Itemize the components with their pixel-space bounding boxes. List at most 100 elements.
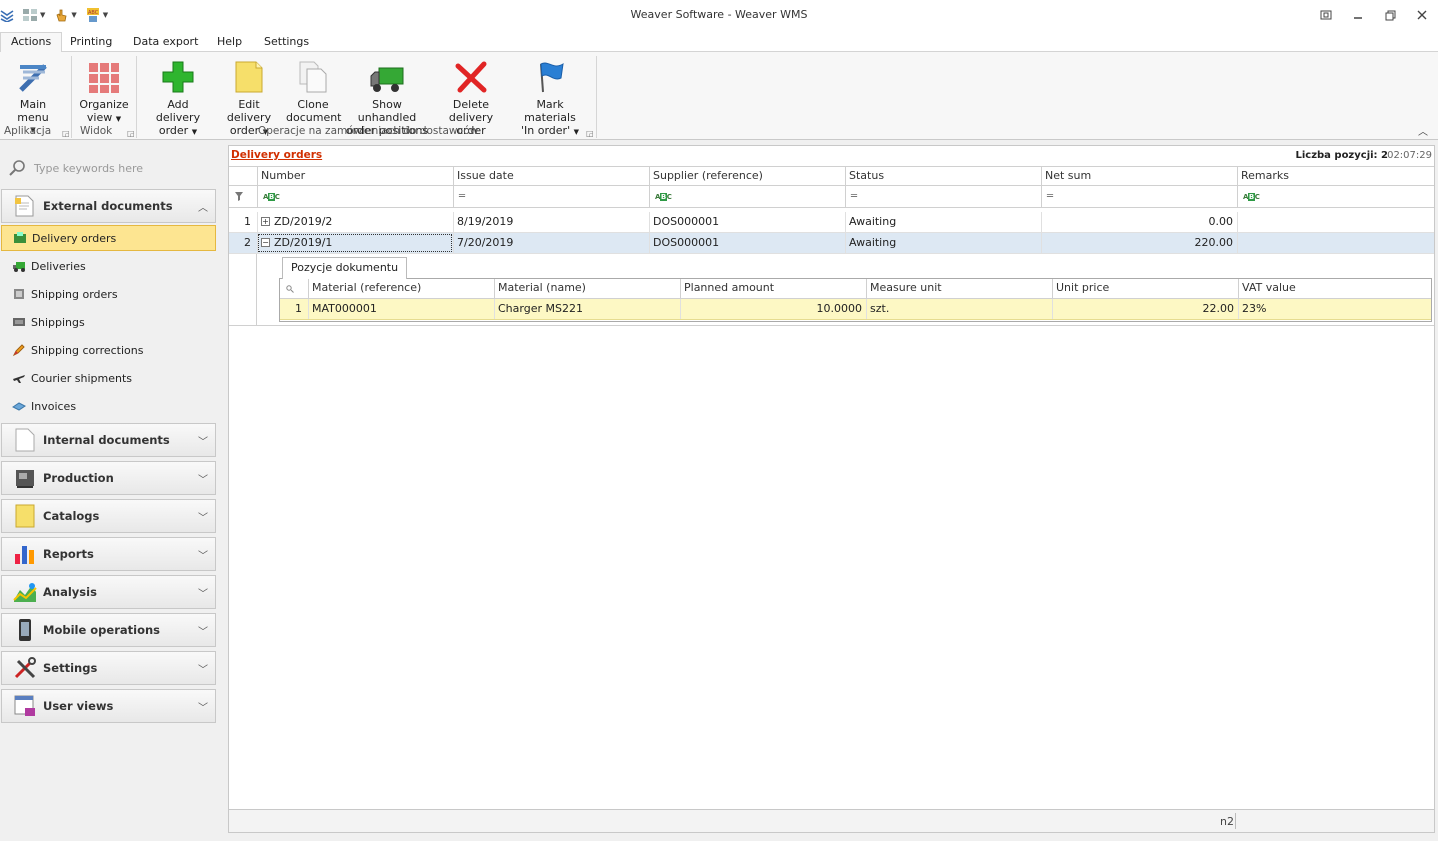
organize-view-button[interactable]: Organize view ▼ [76,56,132,126]
table-row[interactable]: 1 MAT000001 Charger MS221 10.0000 szt. 2… [280,299,1431,320]
show-unhandled-label-1: Show unhandled [357,98,417,124]
navigation-sidebar: Type keywords here External documents ︿ … [0,145,218,841]
filter-cell-supplier[interactable]: ABC [649,186,845,207]
sidebar-item-shipping-corrections[interactable]: Shipping corrections [1,337,216,363]
cell-issue-date[interactable]: 7/20/2019 [453,233,649,253]
cell-status[interactable]: Awaiting [845,212,1041,232]
expand-icon[interactable]: + [261,216,270,226]
window-title: Weaver Software - Weaver WMS [630,8,808,21]
clone-document-button[interactable]: Clone document [286,56,342,124]
sidebar-group-user-views[interactable]: User views ﹀ [1,689,216,723]
column-header-status[interactable]: Status [845,167,1041,186]
column-header-unit-price[interactable]: Unit price [1052,279,1238,298]
sidebar-group-mobile-operations[interactable]: Mobile operations ﹀ [1,613,216,647]
cell-number[interactable]: − ZD/2019/1 [257,233,453,253]
column-header-planned-amount[interactable]: Planned amount [680,279,866,298]
truck-icon [11,258,27,274]
filter-cell-net-sum[interactable]: ═ [1041,186,1237,207]
sidebar-group-label: Reports [43,547,94,561]
catalog-icon [11,503,39,529]
table-row[interactable]: 1 + ZD/2019/2 8/19/2019 DOS000001 Awaitin… [229,212,1434,233]
main-menu-label: Main menu [17,98,49,124]
sidebar-item-delivery-orders[interactable]: Delivery orders [1,225,216,251]
group-label-operacje: Operacje na zamówieniach do dostawców [258,125,479,137]
sidebar-group-settings[interactable]: Settings ﹀ [1,651,216,685]
cell-material-name[interactable]: Charger MS221 [494,299,680,319]
cell-planned-amount[interactable]: 10.0000 [680,299,866,319]
search-icon[interactable] [286,283,294,296]
collapse-icon[interactable]: − [261,237,270,247]
mark-materials-label-2: 'In order' [521,124,571,137]
tab-settings[interactable]: Settings [254,33,319,52]
dialog-launcher-icon[interactable]: ◲ [62,129,70,138]
status-bar: n2 [229,809,1434,832]
chevron-down-icon: ﹀ [198,664,208,676]
sidebar-group-external-documents[interactable]: External documents ︿ [1,189,216,223]
tab-printing[interactable]: Printing [60,33,122,52]
sidebar-group-analysis[interactable]: Analysis ﹀ [1,575,216,609]
column-header-material-name[interactable]: Material (name) [494,279,680,298]
close-icon[interactable] [1406,0,1438,30]
dialog-launcher-icon[interactable]: ◲ [586,129,594,138]
sidebar-group-catalogs[interactable]: Catalogs ﹀ [1,499,216,533]
minimize-icon[interactable] [1342,0,1374,30]
filter-icon[interactable] [235,191,243,204]
collapse-ribbon-icon[interactable]: ︿ [1418,123,1428,138]
sidebar-group-label: Settings [43,661,98,675]
dialog-launcher-icon[interactable]: ◲ [127,129,135,138]
search-input[interactable]: Type keywords here [34,162,143,175]
filter-cell-remarks[interactable]: ABC [1237,186,1434,207]
table-row[interactable]: 2 − ZD/2019/1 7/20/2019 DOS000001 Awaitin… [229,233,1434,254]
fullscreen-icon[interactable] [1310,0,1342,30]
column-header-material-ref[interactable]: Material (reference) [308,279,494,298]
cell-status[interactable]: Awaiting [845,233,1041,253]
chevron-down-icon: ﹀ [198,512,208,524]
tab-pozycje-dokumentu[interactable]: Pozycje dokumentu [282,257,408,279]
tab-data-export[interactable]: Data export [123,33,208,52]
sidebar-item-label: Shipping orders [31,287,118,301]
analysis-icon [11,579,39,605]
cell-vat-value[interactable]: 23% [1238,299,1431,319]
sidebar-item-deliveries[interactable]: Deliveries [1,253,216,279]
column-header-measure-unit[interactable]: Measure unit [866,279,1052,298]
chevron-down-icon: ▼ [573,128,579,136]
cell-supplier[interactable]: DOS000001 [649,233,845,253]
filter-cell-issue-date[interactable]: ═ [453,186,649,207]
cell-supplier[interactable]: DOS000001 [649,212,845,232]
sidebar-group-internal-documents[interactable]: Internal documents ﹀ [1,423,216,457]
record-count: Liczba pozycji: 2 [1295,150,1388,161]
cell-remarks[interactable] [1237,212,1434,232]
filter-cell-status[interactable]: ═ [845,186,1041,207]
column-header-issue-date[interactable]: Issue date [453,167,649,186]
cell-measure-unit[interactable]: szt. [866,299,1052,319]
filter-cell-number[interactable]: ABC [257,186,453,207]
cell-remarks[interactable] [1237,233,1434,253]
page-title[interactable]: Delivery orders [231,149,322,161]
cell-number[interactable]: + ZD/2019/2 [257,212,453,232]
tab-actions[interactable]: Actions [0,32,63,53]
sidebar-item-courier-shipments[interactable]: Courier shipments [1,365,216,391]
cell-net-sum[interactable]: 220.00 [1041,233,1237,253]
restore-icon[interactable] [1374,0,1406,30]
column-header-remarks[interactable]: Remarks [1237,167,1434,186]
sidebar-group-reports[interactable]: Reports ﹀ [1,537,216,571]
cell-issue-date[interactable]: 8/19/2019 [453,212,649,232]
column-header-net-sum[interactable]: Net sum [1041,167,1237,186]
sidebar-search[interactable]: Type keywords here [8,159,208,177]
column-header-supplier[interactable]: Supplier (reference) [649,167,845,186]
add-delivery-order-button[interactable]: Add delivery order ▼ [144,56,212,139]
sidebar-item-shippings[interactable]: Shippings [1,309,216,335]
chevron-down-icon: ▼ [115,115,122,123]
sidebar-group-production[interactable]: Production ﹀ [1,461,216,495]
sidebar-item-shipping-orders[interactable]: Shipping orders [1,281,216,307]
mark-materials-button[interactable]: Mark materials 'In order' ▼ [512,56,588,139]
cell-unit-price[interactable]: 22.00 [1052,299,1238,319]
sidebar-item-invoices[interactable]: Invoices [1,393,216,419]
column-header-number[interactable]: Number [257,167,453,186]
copy-icon [286,56,340,94]
text-filter-icon: ABC [263,192,280,201]
tab-help[interactable]: Help [207,33,252,52]
cell-net-sum[interactable]: 0.00 [1041,212,1237,232]
column-header-vat-value[interactable]: VAT value [1238,279,1431,298]
cell-material-ref[interactable]: MAT000001 [308,299,494,319]
